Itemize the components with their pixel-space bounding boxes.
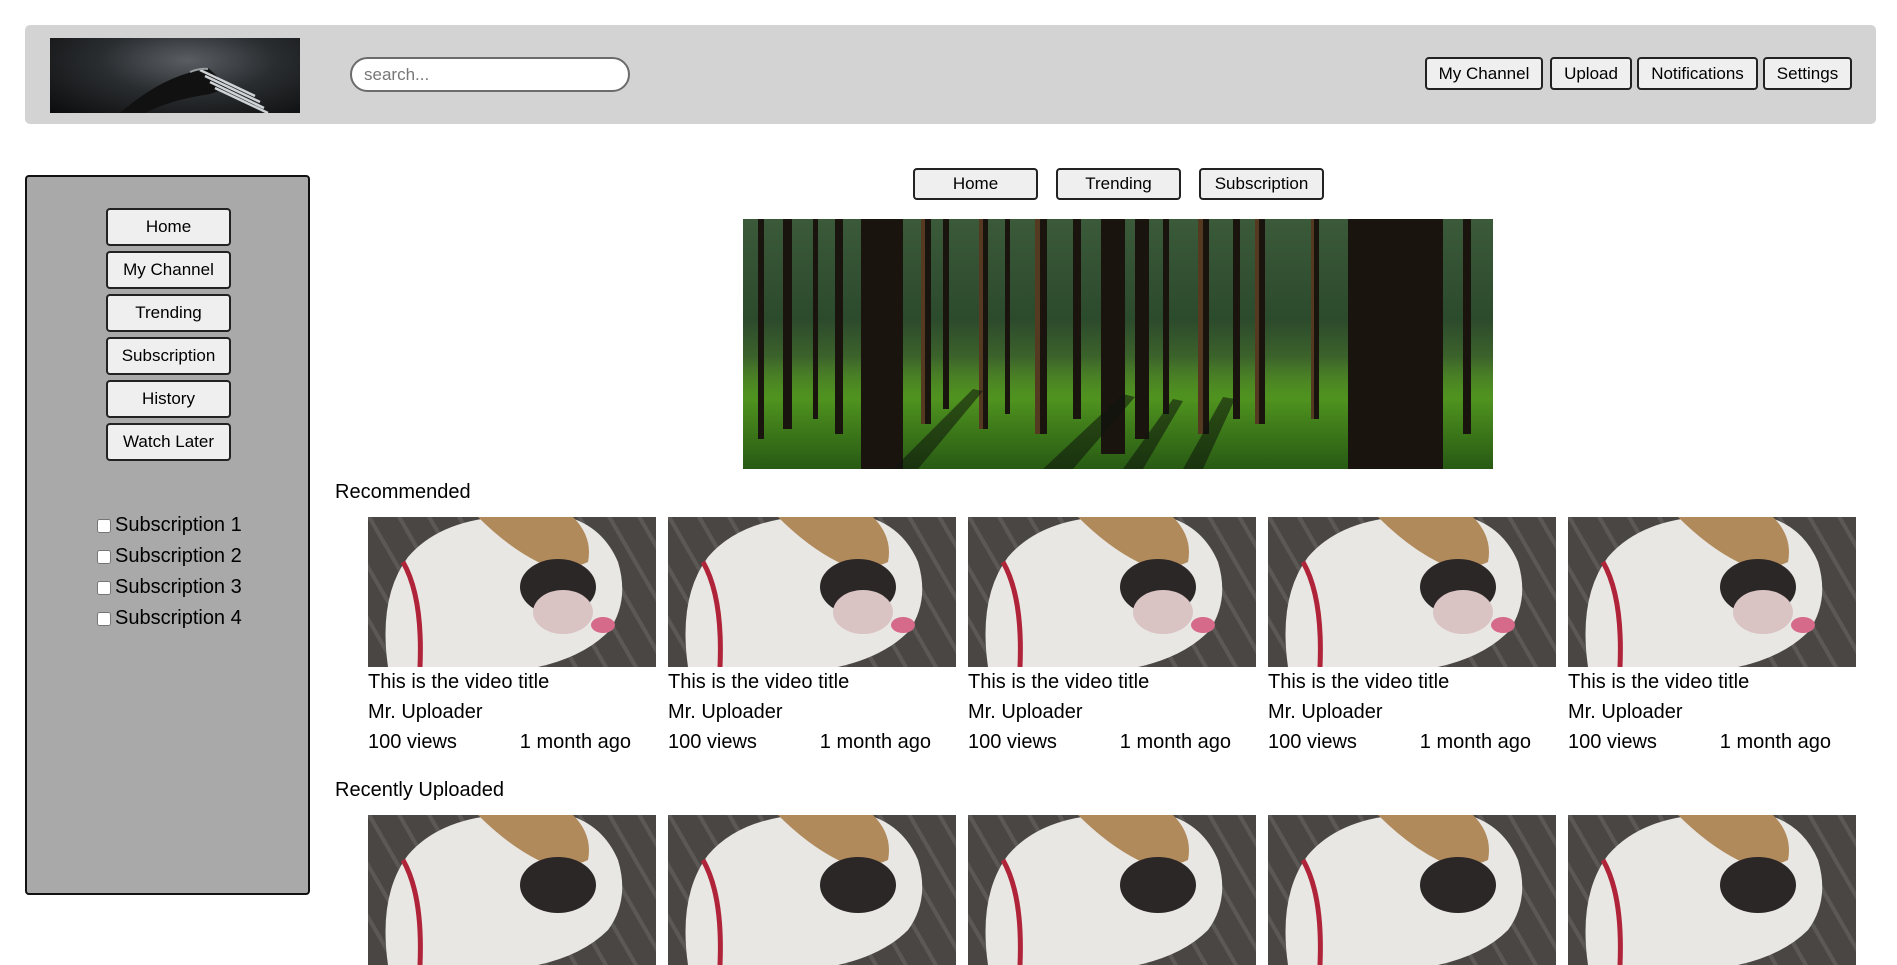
forest-banner-graphic (758, 219, 1471, 469)
video-thumbnail[interactable] (1268, 815, 1556, 965)
subscription-checkbox[interactable] (97, 518, 111, 533)
video-title[interactable]: This is the video title (1568, 667, 1856, 697)
subscription-checkbox[interactable] (97, 611, 111, 626)
subscription-label: Subscription 1 (115, 514, 242, 536)
subscription-list: Subscription 1 Subscription 2 Subscripti… (97, 510, 242, 634)
sidebar-item-home[interactable]: Home (106, 208, 231, 246)
sidebar: Home My Channel Trending Subscription Hi… (25, 175, 310, 895)
banner-image (743, 219, 1493, 469)
video-thumbnail[interactable] (968, 815, 1256, 965)
video-card[interactable]: This is the video title Mr. Uploader 100… (668, 517, 956, 757)
bulldog-thumbnail-graphic (1285, 815, 1523, 965)
video-card[interactable] (1568, 815, 1856, 965)
video-thumbnail[interactable] (668, 815, 956, 965)
subscription-label: Subscription 4 (115, 607, 242, 629)
bulldog-thumbnail-graphic (985, 815, 1223, 965)
video-card[interactable]: This is the video title Mr. Uploader 100… (368, 517, 656, 757)
video-title[interactable]: This is the video title (668, 667, 956, 697)
video-card[interactable]: This is the video title Mr. Uploader 100… (1568, 517, 1856, 757)
video-card[interactable] (968, 815, 1256, 965)
bulldog-thumbnail-graphic (985, 517, 1223, 667)
video-thumbnail[interactable] (968, 517, 1256, 667)
logo[interactable] (50, 38, 300, 113)
video-meta: 100 views 1 month ago (368, 727, 656, 757)
video-meta: 100 views 1 month ago (1268, 727, 1556, 757)
fork-icon (120, 67, 269, 113)
video-views: 100 views (368, 731, 457, 753)
sidebar-item-my-channel[interactable]: My Channel (106, 251, 231, 289)
video-age: 1 month ago (1419, 731, 1531, 753)
video-thumbnail[interactable] (1568, 815, 1856, 965)
settings-button[interactable]: Settings (1763, 57, 1852, 90)
video-thumbnail[interactable] (1268, 517, 1556, 667)
video-age: 1 month ago (519, 731, 631, 753)
subscription-item[interactable]: Subscription 4 (97, 603, 242, 634)
bulldog-thumbnail-graphic (685, 517, 923, 667)
video-card[interactable] (668, 815, 956, 965)
my-channel-button[interactable]: My Channel (1425, 57, 1543, 90)
video-views: 100 views (668, 731, 757, 753)
search-input[interactable] (350, 57, 630, 92)
bulldog-thumbnail-graphic (1585, 815, 1823, 965)
bulldog-thumbnail-graphic (385, 815, 623, 965)
tab-subscription[interactable]: Subscription (1199, 168, 1324, 200)
video-meta: 100 views 1 month ago (1568, 727, 1856, 757)
video-views: 100 views (1568, 731, 1657, 753)
notifications-button[interactable]: Notifications (1637, 57, 1758, 90)
video-views: 100 views (1268, 731, 1357, 753)
sidebar-item-subscription[interactable]: Subscription (106, 337, 231, 375)
video-age: 1 month ago (819, 731, 931, 753)
video-title[interactable]: This is the video title (368, 667, 656, 697)
video-thumbnail[interactable] (668, 517, 956, 667)
video-thumbnail[interactable] (368, 815, 656, 965)
video-uploader[interactable]: Mr. Uploader (1268, 697, 1556, 727)
tab-trending[interactable]: Trending (1056, 168, 1181, 200)
bulldog-thumbnail-graphic (385, 517, 623, 667)
video-card[interactable]: This is the video title Mr. Uploader 100… (968, 517, 1256, 757)
video-uploader[interactable]: Mr. Uploader (1568, 697, 1856, 727)
upload-button[interactable]: Upload (1550, 57, 1632, 90)
video-views: 100 views (968, 731, 1057, 753)
video-uploader[interactable]: Mr. Uploader (368, 697, 656, 727)
bulldog-thumbnail-graphic (1285, 517, 1523, 667)
subscription-item[interactable]: Subscription 1 (97, 510, 242, 541)
section-title-recommended: Recommended (335, 481, 471, 503)
tab-home[interactable]: Home (913, 168, 1038, 200)
video-age: 1 month ago (1119, 731, 1231, 753)
top-header: My Channel Upload Notifications Settings (25, 25, 1876, 124)
video-uploader[interactable]: Mr. Uploader (668, 697, 956, 727)
video-card[interactable]: This is the video title Mr. Uploader 100… (1268, 517, 1556, 757)
video-meta: 100 views 1 month ago (668, 727, 956, 757)
video-age: 1 month ago (1719, 731, 1831, 753)
video-card[interactable] (368, 815, 656, 965)
video-title[interactable]: This is the video title (1268, 667, 1556, 697)
section-title-recently-uploaded: Recently Uploaded (335, 779, 504, 801)
video-uploader[interactable]: Mr. Uploader (968, 697, 1256, 727)
sidebar-item-watch-later[interactable]: Watch Later (106, 423, 231, 461)
bulldog-thumbnail-graphic (1585, 517, 1823, 667)
subscription-item[interactable]: Subscription 2 (97, 541, 242, 572)
subscription-label: Subscription 3 (115, 576, 242, 598)
video-title[interactable]: This is the video title (968, 667, 1256, 697)
subscription-label: Subscription 2 (115, 545, 242, 567)
video-card[interactable] (1268, 815, 1556, 965)
subscription-item[interactable]: Subscription 3 (97, 572, 242, 603)
sidebar-item-history[interactable]: History (106, 380, 231, 418)
subscription-checkbox[interactable] (97, 580, 111, 595)
video-thumbnail[interactable] (368, 517, 656, 667)
video-meta: 100 views 1 month ago (968, 727, 1256, 757)
bulldog-thumbnail-graphic (685, 815, 923, 965)
sidebar-item-trending[interactable]: Trending (106, 294, 231, 332)
video-thumbnail[interactable] (1568, 517, 1856, 667)
subscription-checkbox[interactable] (97, 549, 111, 564)
